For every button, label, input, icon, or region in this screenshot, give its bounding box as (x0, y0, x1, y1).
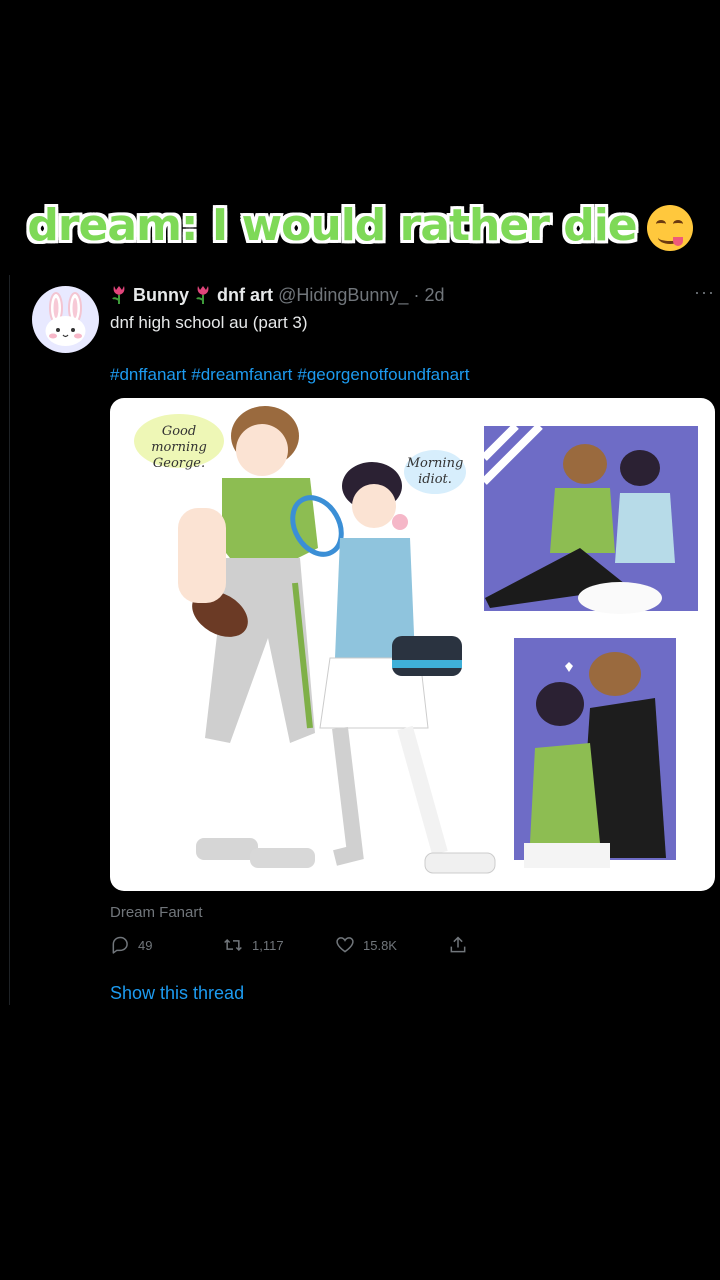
speech-bubble: Morning idiot. (404, 450, 466, 494)
share-button[interactable] (448, 935, 476, 955)
tweet-source-label[interactable]: Dream Fanart (110, 904, 203, 921)
thread-connector-line (9, 275, 10, 1005)
retweet-icon (224, 938, 242, 952)
display-name-suffix[interactable]: dnf art (217, 285, 273, 305)
like-button[interactable]: 15.8K (335, 935, 397, 955)
video-caption: dream: I would rather die (0, 200, 720, 251)
hashtag-link[interactable]: #dnffanart (110, 365, 186, 384)
retweet-count: 1,117 (252, 937, 284, 953)
reply-icon (112, 936, 128, 954)
yum-face-emoji-icon (646, 205, 693, 251)
tweet-time[interactable]: 2d (424, 285, 444, 305)
hashtag-list: #dnffanart #dreamfanart #georgenotfoundfan… (110, 365, 474, 385)
hashtag-link[interactable]: #dreamfanart (191, 365, 292, 384)
caption-text: dream: I would rather die (27, 200, 637, 251)
retweet-button[interactable]: 1,117 (222, 935, 284, 955)
user-handle[interactable]: @HidingBunny_ (278, 285, 408, 305)
tweet-header: Bunny dnf art @HidingBunny_ · 2d (110, 284, 444, 306)
dot-separator: · (413, 285, 420, 305)
reply-button[interactable]: 49 (110, 935, 152, 955)
reply-count: 49 (138, 937, 153, 953)
avatar[interactable] (32, 286, 99, 353)
display-name[interactable]: Bunny (133, 285, 189, 305)
hashtag-link[interactable]: #georgenotfoundfanart (297, 365, 469, 384)
show-thread-link[interactable]: Show this thread (110, 983, 244, 1004)
like-count: 15.8K (363, 937, 397, 953)
more-icon[interactable]: ··· (694, 282, 715, 303)
tweet-media-image[interactable]: Good morning George. Morning idiot. (110, 398, 715, 891)
tulip-icon (112, 286, 125, 304)
tweet-text: dnf high school au (part 3) (110, 313, 308, 332)
share-icon (450, 936, 466, 953)
speech-bubble: Good morning George. (134, 414, 224, 471)
like-icon (336, 937, 354, 953)
tulip-icon (196, 286, 209, 304)
